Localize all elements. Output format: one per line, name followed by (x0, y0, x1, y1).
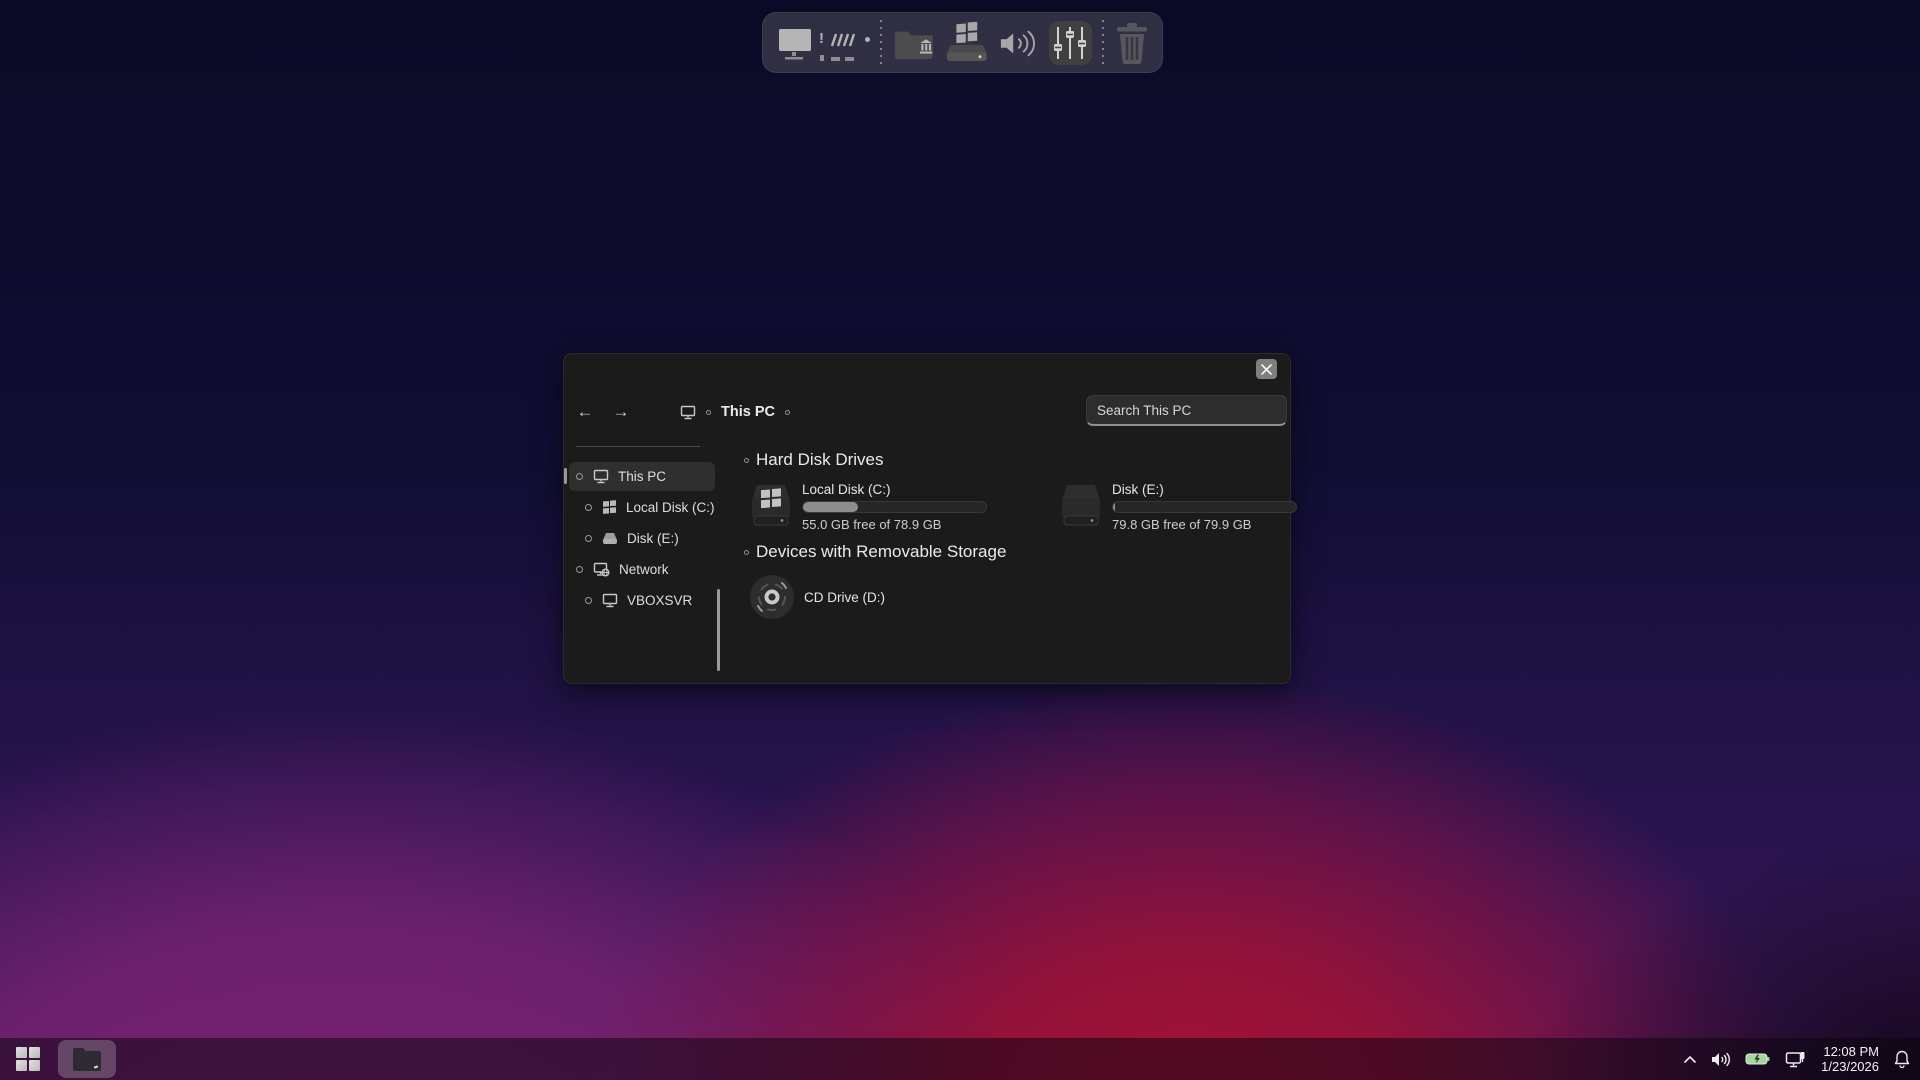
dock-separator (1102, 20, 1104, 66)
group-title: Hard Disk Drives (756, 450, 884, 470)
capacity-bar-fill (803, 502, 858, 512)
monitor-icon (680, 405, 696, 420)
sidebar-scrollbar[interactable] (717, 589, 720, 671)
breadcrumb-chevron (785, 410, 790, 415)
network-icon (593, 562, 610, 577)
start-button[interactable] (8, 1040, 48, 1078)
sidebar-item-label: Local Disk (C:) (626, 500, 715, 515)
capacity-bar (802, 501, 987, 513)
drive-icon (1059, 482, 1103, 528)
navigation-pane: This PC Local Disk (C:) Disk (564, 438, 722, 683)
sidebar-item-label: VBOXSVR (627, 593, 692, 608)
display-status-cluster[interactable]: ! (775, 21, 870, 65)
notifications-bell-icon[interactable] (1894, 1050, 1910, 1068)
navigation-toolbar: ← → This PC (564, 392, 1290, 432)
network-display-icon[interactable] (1785, 1051, 1806, 1068)
dock-tick (831, 57, 840, 61)
speaker-icon[interactable] (999, 27, 1039, 59)
clock-time: 12:08 PM (1821, 1044, 1879, 1059)
breadcrumb-location[interactable]: This PC (721, 404, 775, 420)
group-header-removable-storage[interactable]: Devices with Removable Storage (744, 542, 1299, 562)
selection-pill (564, 468, 567, 484)
back-button[interactable]: ← (572, 402, 598, 422)
monitor-icon (593, 469, 609, 484)
sidebar-item-disk-e[interactable]: Disk (E:) (564, 523, 722, 554)
dock-tick (820, 55, 824, 61)
sidebar-item-local-disk-c[interactable]: Local Disk (C:) (564, 492, 722, 523)
windows-start-icon (16, 1047, 40, 1071)
sidebar-item-label: Network (619, 562, 669, 577)
file-explorer-taskbar-button[interactable] (58, 1040, 116, 1078)
sidebar-item-this-pc[interactable]: This PC (564, 461, 722, 492)
taskbar: 12:08 PM 1/23/2026 (0, 1038, 1920, 1080)
capacity-bar (1112, 501, 1297, 513)
system-drive-icon (749, 482, 793, 528)
drive-capacity-text: 79.8 GB free of 79.9 GB (1112, 517, 1297, 532)
folder-bank-icon[interactable] (892, 26, 936, 60)
dock-separator (880, 20, 882, 66)
collapse-icon (744, 458, 749, 463)
dock-tick (845, 57, 854, 61)
mixer-sliders-icon[interactable] (1049, 21, 1093, 65)
top-dock: ! (762, 12, 1163, 73)
drive-info: Local Disk (C:) 55.0 GB free of 78.9 GB (802, 482, 987, 532)
close-button[interactable] (1256, 359, 1277, 379)
drive-capacity-text: 55.0 GB free of 78.9 GB (802, 517, 987, 532)
expander-icon[interactable] (585, 504, 592, 511)
drive-name: Local Disk (C:) (802, 482, 987, 497)
forward-button[interactable]: → (608, 402, 634, 422)
taskbar-clock[interactable]: 12:08 PM 1/23/2026 (1821, 1044, 1879, 1074)
hidden-icons-chevron[interactable] (1684, 1056, 1696, 1063)
expander-icon[interactable] (576, 566, 583, 573)
trash-icon[interactable] (1114, 22, 1150, 64)
clock-date: 1/23/2026 (1821, 1059, 1879, 1074)
drive-name: Disk (E:) (1112, 482, 1297, 497)
group-title: Devices with Removable Storage (756, 542, 1006, 562)
expander-icon[interactable] (576, 473, 583, 480)
drive-tiles: Local Disk (C:) 55.0 GB free of 78.9 GB (749, 482, 1299, 532)
close-icon (1261, 364, 1272, 375)
drive-info: Disk (E:) 79.8 GB free of 79.9 GB (1112, 482, 1297, 532)
activity-hatch-icon (828, 33, 858, 47)
volume-icon[interactable] (1711, 1052, 1730, 1067)
search-input[interactable] (1086, 395, 1287, 426)
system-drive-icon[interactable] (945, 21, 989, 65)
sidebar-divider (576, 446, 700, 447)
display-icon (777, 27, 817, 63)
sidebar-item-label: Disk (E:) (627, 531, 679, 546)
drive-tile-disk-e[interactable]: Disk (E:) 79.8 GB free of 79.9 GB (1059, 482, 1299, 532)
collapse-icon (744, 550, 749, 555)
windows-logo-icon (602, 500, 617, 515)
taskbar-left (8, 1040, 116, 1078)
expander-icon[interactable] (585, 597, 592, 604)
breadcrumb[interactable]: This PC (680, 404, 790, 420)
alert-icon: ! (819, 30, 824, 47)
drive-tile-local-disk-c[interactable]: Local Disk (C:) 55.0 GB free of 78.9 GB (749, 482, 989, 532)
battery-charging-icon[interactable] (1745, 1052, 1770, 1066)
window-body: This PC Local Disk (C:) Disk (564, 438, 1290, 683)
file-explorer-window: ← → This PC (563, 353, 1291, 684)
content-pane: Hard Disk Drives (722, 438, 1299, 683)
system-tray: 12:08 PM 1/23/2026 (1684, 1044, 1920, 1074)
desktop-wallpaper: ! (0, 0, 1920, 1080)
sidebar-item-label: This PC (618, 469, 666, 484)
capacity-bar-fill (1113, 502, 1115, 512)
drive-name: CD Drive (D:) (804, 590, 885, 605)
sidebar-item-network[interactable]: Network (564, 554, 722, 585)
group-header-hard-disk-drives[interactable]: Hard Disk Drives (744, 450, 1299, 470)
monitor-icon (602, 593, 618, 608)
folder-icon (72, 1047, 102, 1072)
drive-icon (602, 532, 618, 546)
breadcrumb-chevron (706, 410, 711, 415)
drive-tile-cd-d[interactable]: CD Drive (D:) (749, 574, 1299, 620)
sidebar-item-vboxsvr[interactable]: VBOXSVR (564, 585, 722, 616)
expander-icon[interactable] (585, 535, 592, 542)
cd-disc-icon (749, 574, 795, 620)
status-dot-icon (865, 37, 870, 42)
